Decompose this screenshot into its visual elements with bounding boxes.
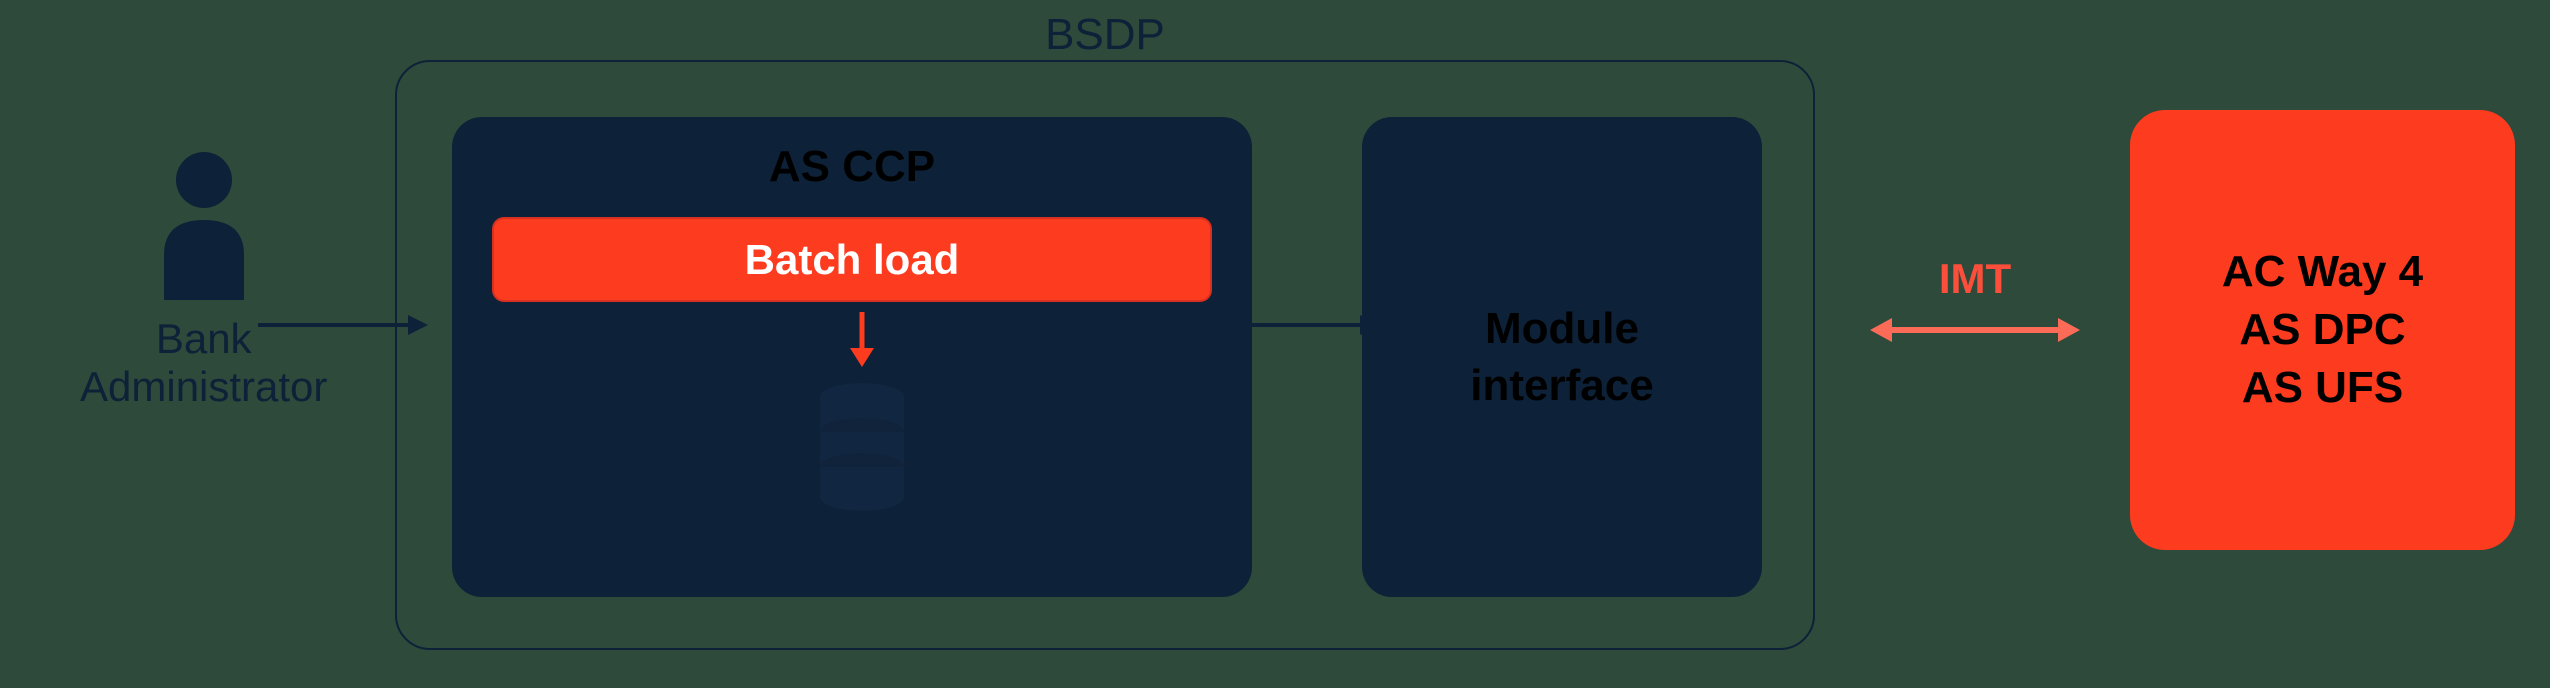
external-systems-box: AC Way 4 AS DPC AS UFS — [2130, 110, 2515, 550]
bsdp-title: BSDP — [397, 10, 1813, 60]
arrow-ccp-to-module — [1225, 310, 1380, 340]
as-ccp-title: AS CCP — [452, 142, 1252, 192]
imt-label: IMT — [1870, 255, 2080, 303]
double-arrow-icon — [1870, 313, 2080, 348]
batch-load-box: Batch load — [492, 217, 1212, 302]
batch-load-label: Batch load — [745, 236, 960, 284]
external-line-2: AS DPC — [2239, 305, 2405, 355]
arrow-down-icon — [847, 312, 877, 367]
external-line-3: AS UFS — [2242, 363, 2403, 413]
database-icon — [817, 382, 907, 512]
bsdp-container: BSDP AS CCP Batch load Module interface — [395, 60, 1815, 650]
imt-connector: IMT — [1870, 255, 2080, 355]
person-icon — [149, 150, 259, 300]
as-ccp-box: AS CCP Batch load — [452, 117, 1252, 597]
module-interface-title: Module interface — [1470, 300, 1653, 414]
actor-bank-administrator: Bank Administrator — [80, 150, 327, 411]
external-line-1: AC Way 4 — [2222, 247, 2423, 297]
module-interface-box: Module interface — [1362, 117, 1762, 597]
